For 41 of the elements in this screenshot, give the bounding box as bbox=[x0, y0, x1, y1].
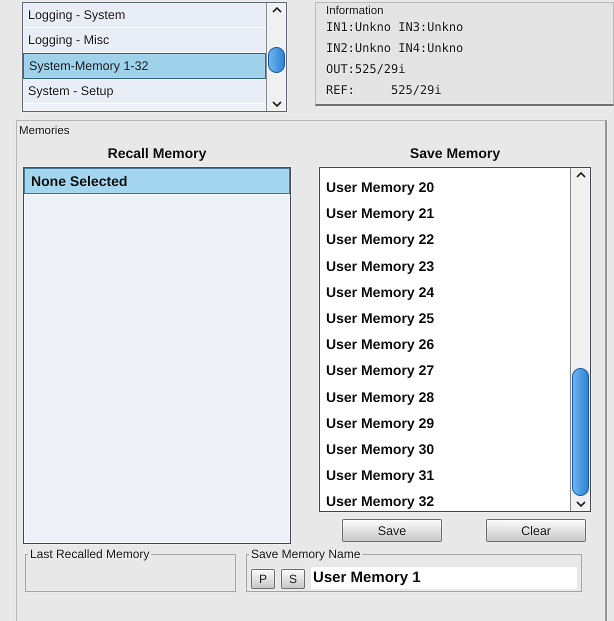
menu-list-item[interactable]: Logging - Misc bbox=[23, 28, 266, 53]
save-list-item[interactable]: User Memory 29 bbox=[320, 410, 570, 436]
save-list-item[interactable]: User Memory 24 bbox=[320, 278, 570, 305]
name-field[interactable]: User Memory 1 bbox=[311, 567, 577, 589]
menu-list-item[interactable]: Logging - System bbox=[23, 3, 266, 28]
save-list-item[interactable]: User Memory 21 bbox=[320, 200, 570, 226]
save-list-item[interactable]: User Memory 26 bbox=[320, 331, 570, 358]
scrollbar[interactable] bbox=[266, 3, 286, 111]
info-line: IN1:Unkno IN3:Unkno bbox=[326, 19, 464, 36]
save-list-item[interactable]: User Memory 22 bbox=[320, 226, 570, 253]
toggle-button[interactable]: S bbox=[281, 569, 305, 589]
panel-title: Information bbox=[326, 5, 385, 17]
scroll-up-icon[interactable] bbox=[272, 7, 282, 13]
group-title: Memories bbox=[19, 125, 70, 137]
scrollbar[interactable] bbox=[570, 168, 590, 511]
save-list-item[interactable]: User Memory 32 bbox=[320, 488, 570, 514]
scroll-down-icon[interactable] bbox=[576, 501, 586, 507]
scroll-up-icon[interactable] bbox=[576, 172, 586, 178]
action-button[interactable]: Save bbox=[342, 519, 442, 542]
info-line: IN2:Unkno IN4:Unkno bbox=[326, 40, 464, 57]
column-heading: Save Memory bbox=[410, 145, 500, 161]
menu-list-item[interactable]: System-Memory 1-32 bbox=[23, 53, 266, 79]
save-list-item[interactable]: User Memory 23 bbox=[320, 252, 570, 279]
action-button[interactable]: Clear bbox=[486, 519, 586, 542]
menu-list-item[interactable]: System - Setup bbox=[23, 79, 266, 104]
panel-title: Save Memory Name bbox=[249, 547, 362, 561]
info-line: REF: 525/29i bbox=[326, 82, 443, 99]
save-list-item[interactable]: User Memory 28 bbox=[320, 384, 570, 410]
save-list-item[interactable]: User Memory 27 bbox=[320, 357, 570, 384]
info-line: OUT:525/29i bbox=[326, 61, 406, 78]
recall-list-item[interactable]: None Selected bbox=[24, 168, 290, 194]
toggle-button[interactable]: P bbox=[251, 569, 275, 589]
scroll-thumb[interactable] bbox=[572, 368, 589, 496]
save-list-item[interactable]: User Memory 25 bbox=[320, 304, 570, 332]
column-heading: Recall Memory bbox=[108, 145, 206, 161]
save-list-item[interactable]: User Memory 30 bbox=[320, 436, 570, 462]
save-list-item[interactable]: User Memory 20 bbox=[320, 174, 570, 200]
scroll-down-icon[interactable] bbox=[272, 101, 282, 107]
save-list-item[interactable]: User Memory 31 bbox=[320, 462, 570, 488]
scroll-thumb[interactable] bbox=[268, 47, 285, 73]
panel-title: Last Recalled Memory bbox=[28, 547, 152, 561]
